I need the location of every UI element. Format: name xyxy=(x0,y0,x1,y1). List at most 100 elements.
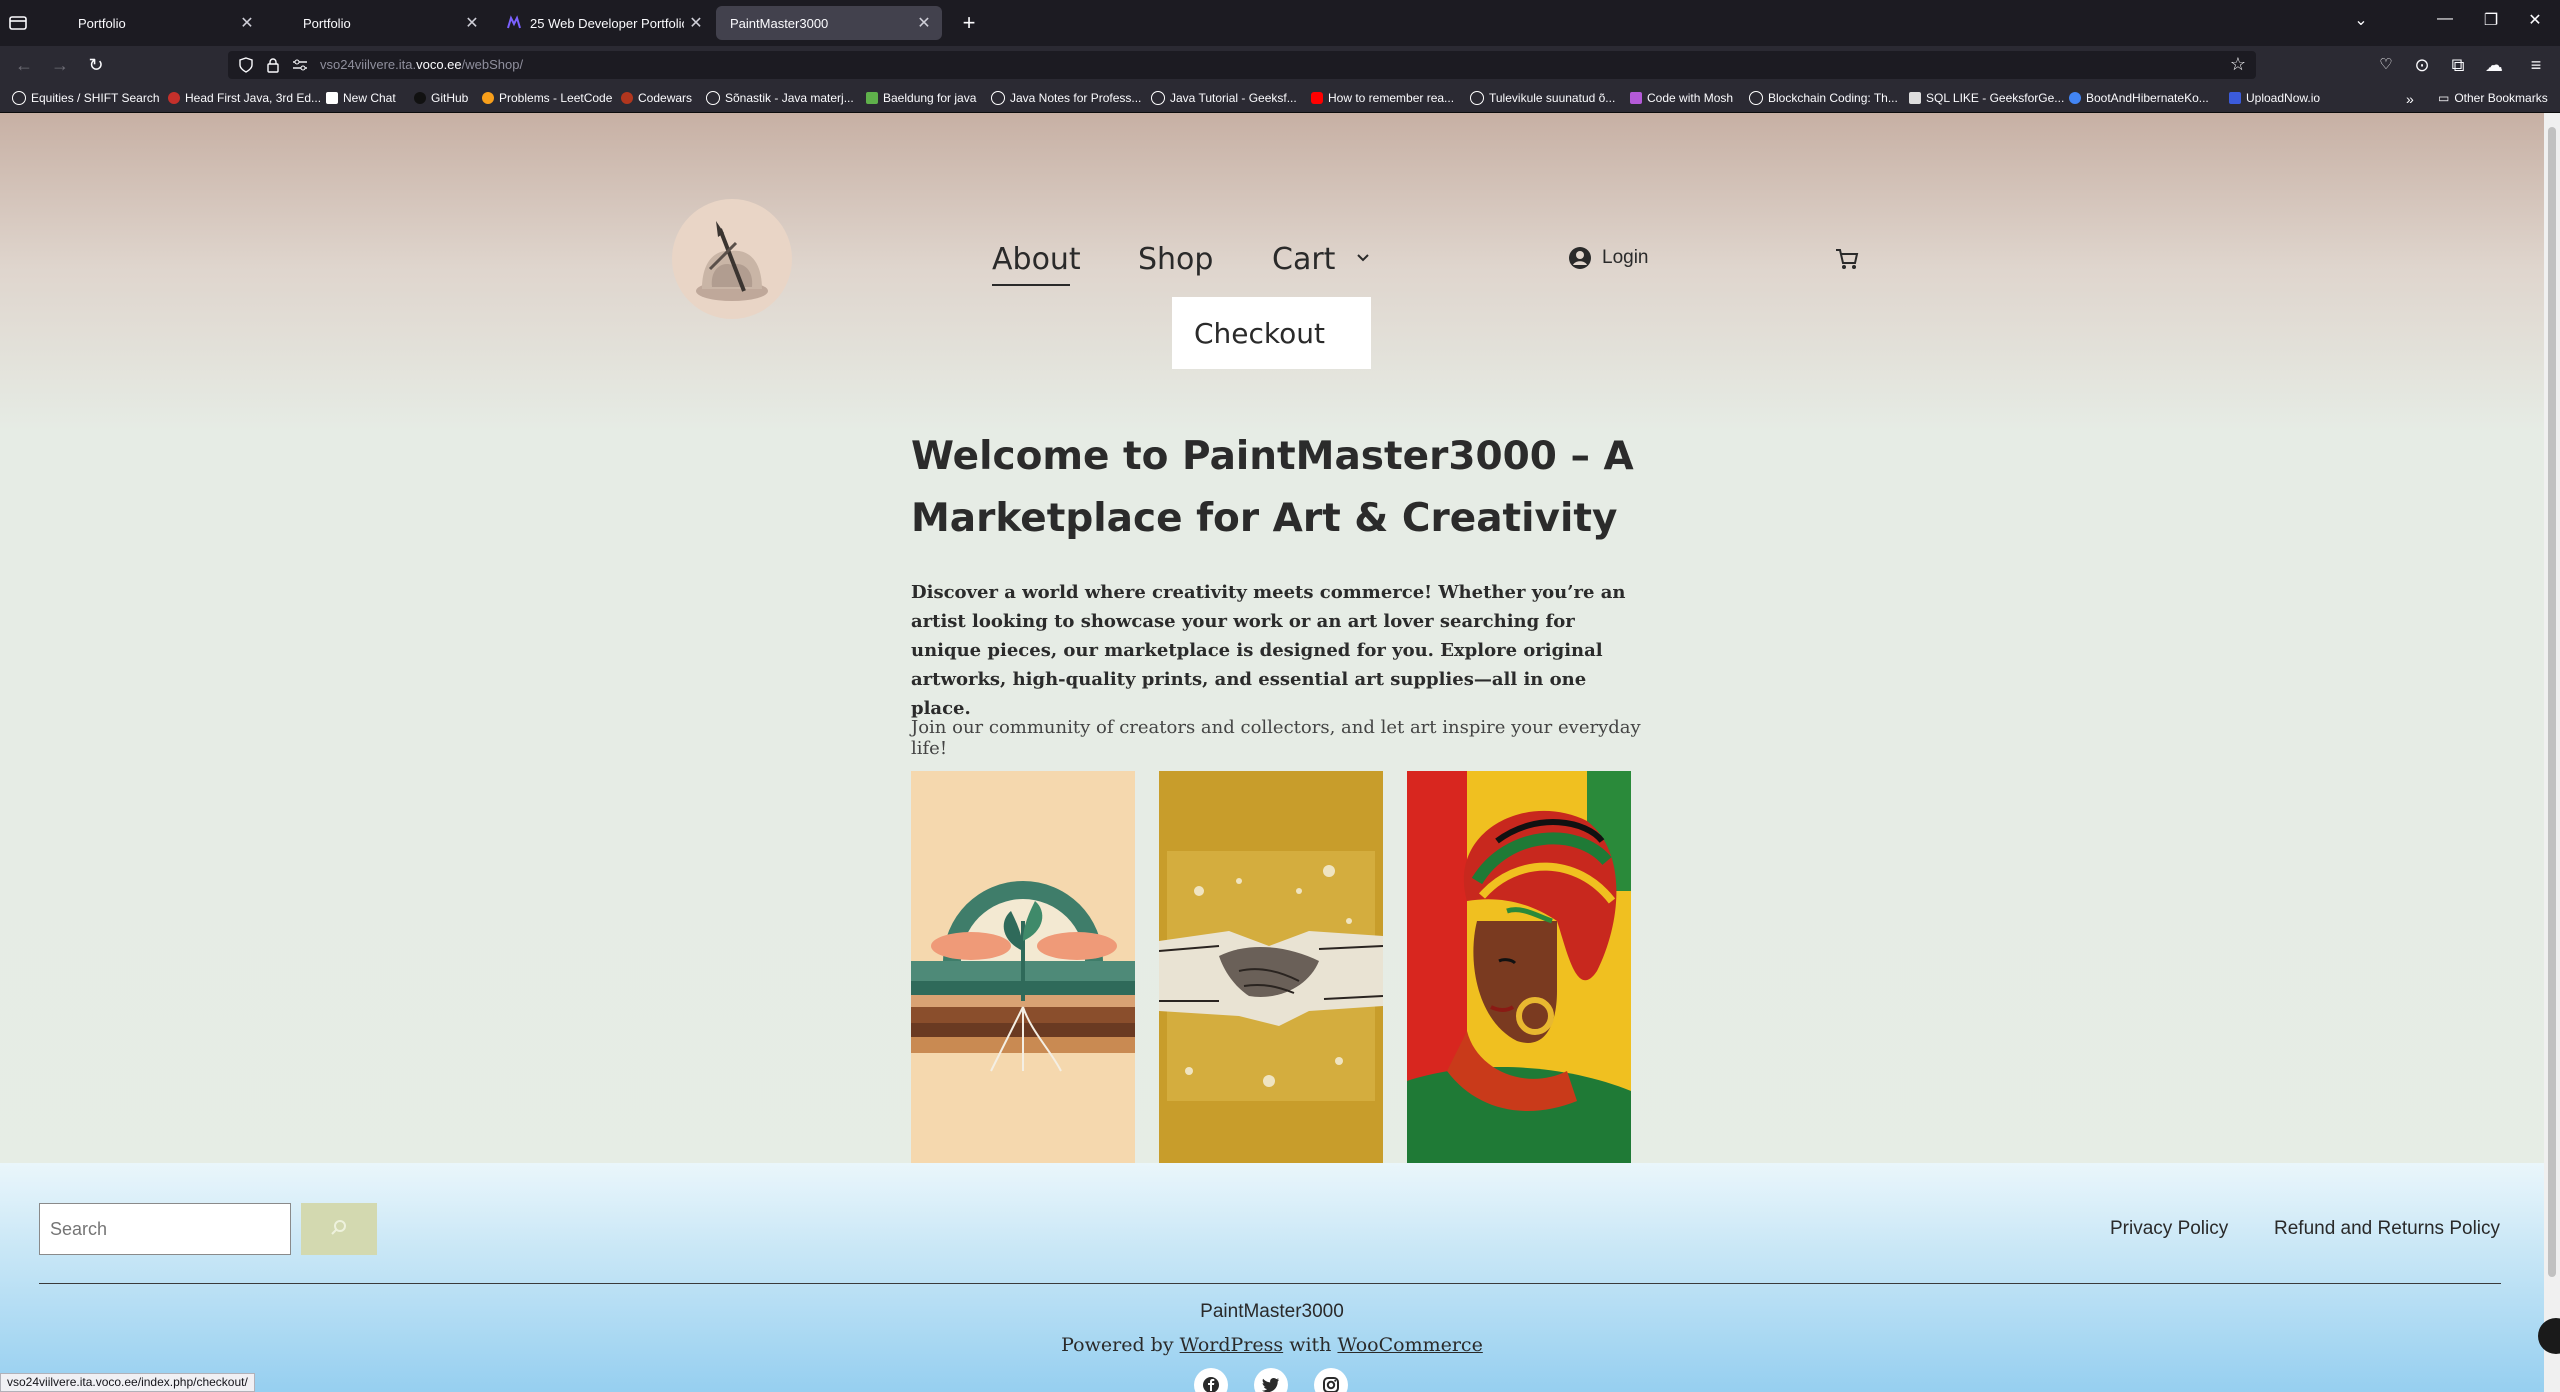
bookmark-item[interactable]: UploadNow.io xyxy=(2229,91,2320,105)
pocket-icon[interactable]: ♡ xyxy=(2374,53,2398,77)
firefox-view-icon[interactable] xyxy=(8,13,28,33)
submenu-checkout[interactable]: Checkout xyxy=(1172,297,1371,369)
url-path: /webShop/ xyxy=(461,57,524,72)
page-icon xyxy=(279,15,295,31)
nav-cart[interactable]: Cart xyxy=(1272,242,1335,277)
twitter-icon[interactable] xyxy=(1254,1368,1288,1392)
search-button[interactable] xyxy=(301,1203,377,1255)
bookmark-label: GitHub xyxy=(431,91,469,105)
bookmark-label: Baeldung for java xyxy=(883,91,977,105)
bookmark-item[interactable]: Sõnastik - Java materj... xyxy=(706,91,854,105)
artwork-handshake-image[interactable] xyxy=(1159,771,1383,1163)
instagram-icon[interactable] xyxy=(1314,1368,1348,1392)
bookmark-item[interactable]: Head First Java, 3rd Ed... xyxy=(168,91,321,105)
scrollbar-thumb[interactable] xyxy=(2548,127,2556,1277)
nav-shop[interactable]: Shop xyxy=(1138,242,1213,277)
bookmark-item[interactable]: Tulevikule suunatud õ... xyxy=(1470,91,1615,105)
user-icon xyxy=(1569,247,1591,269)
tab-paintmaster[interactable]: PaintMaster3000 ✕ xyxy=(716,6,942,40)
bookmark-item[interactable]: How to remember rea... xyxy=(1311,91,1454,105)
bookmark-item[interactable]: Baeldung for java xyxy=(866,91,976,105)
close-icon[interactable]: ✕ xyxy=(684,13,708,33)
more-bookmarks-icon[interactable]: » xyxy=(2406,91,2414,107)
bookmark-label: Problems - LeetCode xyxy=(499,91,613,105)
wordpress-link[interactable]: WordPress xyxy=(1180,1334,1284,1356)
privacy-policy-link[interactable]: Privacy Policy xyxy=(2110,1218,2228,1240)
lock-icon[interactable] xyxy=(266,57,280,73)
bookmark-label: Codewars xyxy=(638,91,693,105)
bookmark-item[interactable]: Java Notes for Profess... xyxy=(991,91,1141,105)
page-scrollbar[interactable] xyxy=(2544,113,2560,1392)
uploadnow-icon xyxy=(2229,92,2241,104)
status-bar-url: vso24viilvere.ita.voco.ee/index.php/chec… xyxy=(0,1373,255,1392)
close-window-icon[interactable]: ✕ xyxy=(2520,10,2550,30)
tab-portfolio-2[interactable]: Portfolio ✕ xyxy=(265,6,490,40)
chevron-down-icon[interactable] xyxy=(1354,249,1372,267)
close-icon[interactable]: ✕ xyxy=(460,13,484,33)
oreilly-icon xyxy=(168,92,180,104)
shield-icon[interactable] xyxy=(238,57,254,73)
bookmark-label: Java Notes for Profess... xyxy=(1010,91,1142,105)
globe-icon xyxy=(1470,91,1484,105)
close-icon[interactable]: ✕ xyxy=(235,13,259,33)
forward-icon[interactable]: → xyxy=(48,53,72,77)
bookmark-item[interactable]: New Chat xyxy=(326,91,396,105)
search-icon xyxy=(331,1219,346,1235)
bookmark-label: Blockchain Coding: Th... xyxy=(1768,91,1898,105)
bookmark-label: Sõnastik - Java materj... xyxy=(725,91,854,105)
login-link[interactable]: Login xyxy=(1568,246,1649,270)
new-tab-button[interactable]: + xyxy=(955,10,983,36)
other-bookmarks[interactable]: ▭ Other Bookmarks xyxy=(2438,91,2548,105)
site-logo-icon xyxy=(507,15,521,29)
refund-policy-link[interactable]: Refund and Returns Policy xyxy=(2274,1218,2500,1240)
baeldung-icon xyxy=(866,92,878,104)
artwork-sprout-image[interactable] xyxy=(911,771,1135,1163)
footer-site-name[interactable]: PaintMaster3000 xyxy=(0,1301,2544,1323)
tab-bar: Portfolio ✕ Portfolio ✕ 25 Web Developer… xyxy=(0,0,2560,46)
artwork-portrait-image[interactable] xyxy=(1407,771,1631,1163)
bookmarks-toolbar: Equities / SHIFT Search Head First Java,… xyxy=(0,83,2560,113)
paintbrush-logo-icon xyxy=(696,221,768,301)
bookmark-item[interactable]: SQL LIKE - GeeksforGe... xyxy=(1909,91,2064,105)
bookmark-label: Code with Mosh xyxy=(1647,91,1734,105)
bookmark-label: How to remember rea... xyxy=(1328,91,1455,105)
bookmark-item[interactable]: Blockchain Coding: Th... xyxy=(1749,91,1898,105)
powered-prefix: Powered by xyxy=(1061,1334,1174,1356)
globe-icon xyxy=(1749,91,1763,105)
bookmark-item[interactable]: Code with Mosh xyxy=(1630,91,1733,105)
menu-icon[interactable]: ≡ xyxy=(2524,53,2548,77)
bookmark-label: Other Bookmarks xyxy=(2454,91,2548,105)
bookmark-item[interactable]: Equities / SHIFT Search xyxy=(12,91,160,105)
tab-portfolio-examples[interactable]: 25 Web Developer Portfolio Exa ✕ xyxy=(492,6,714,40)
tab-portfolio-1[interactable]: Portfolio ✕ xyxy=(40,6,265,40)
list-all-tabs-icon[interactable]: ⌄ xyxy=(2346,10,2376,30)
footer-divider xyxy=(39,1283,2501,1284)
account-icon[interactable]: ☁ xyxy=(2482,53,2506,77)
search-input[interactable] xyxy=(39,1203,291,1255)
bookmark-item[interactable]: Problems - LeetCode xyxy=(482,91,612,105)
bookmark-star-icon[interactable]: ☆ xyxy=(2230,54,2246,75)
bookmark-item[interactable]: GitHub xyxy=(414,91,468,105)
bookmark-item[interactable]: BootAndHibernateKo... xyxy=(2069,91,2209,105)
shopping-cart-icon[interactable] xyxy=(1834,246,1860,272)
extensions-icon[interactable]: ⧉ xyxy=(2446,53,2470,77)
back-icon[interactable]: ← xyxy=(12,53,36,77)
address-bar[interactable]: vso24viilvere.ita.voco.ee/webShop/ ☆ xyxy=(228,51,2256,79)
site-logo[interactable] xyxy=(672,199,792,319)
extension-v-icon[interactable]: ⊙ xyxy=(2410,53,2434,77)
restore-icon[interactable]: ❐ xyxy=(2476,10,2506,30)
bookmark-item[interactable]: Codewars xyxy=(621,91,692,105)
close-icon[interactable]: ✕ xyxy=(912,13,936,33)
intro-paragraph: Discover a world where creativity meets … xyxy=(911,582,1626,719)
facebook-icon[interactable] xyxy=(1194,1368,1228,1392)
minimize-icon[interactable]: — xyxy=(2430,10,2460,28)
globe-icon xyxy=(706,91,720,105)
leetcode-icon xyxy=(482,92,494,104)
folder-icon: ▭ xyxy=(2438,91,2450,105)
nav-about[interactable]: About xyxy=(992,242,1081,277)
bookmark-item[interactable]: Java Tutorial - Geeksf... xyxy=(1151,91,1297,105)
woocommerce-link[interactable]: WooCommerce xyxy=(1337,1334,1482,1356)
reload-icon[interactable]: ↻ xyxy=(84,53,108,77)
permissions-icon[interactable] xyxy=(292,58,308,72)
url-text: vso24viilvere.ita.voco.ee/webShop/ xyxy=(320,57,523,72)
